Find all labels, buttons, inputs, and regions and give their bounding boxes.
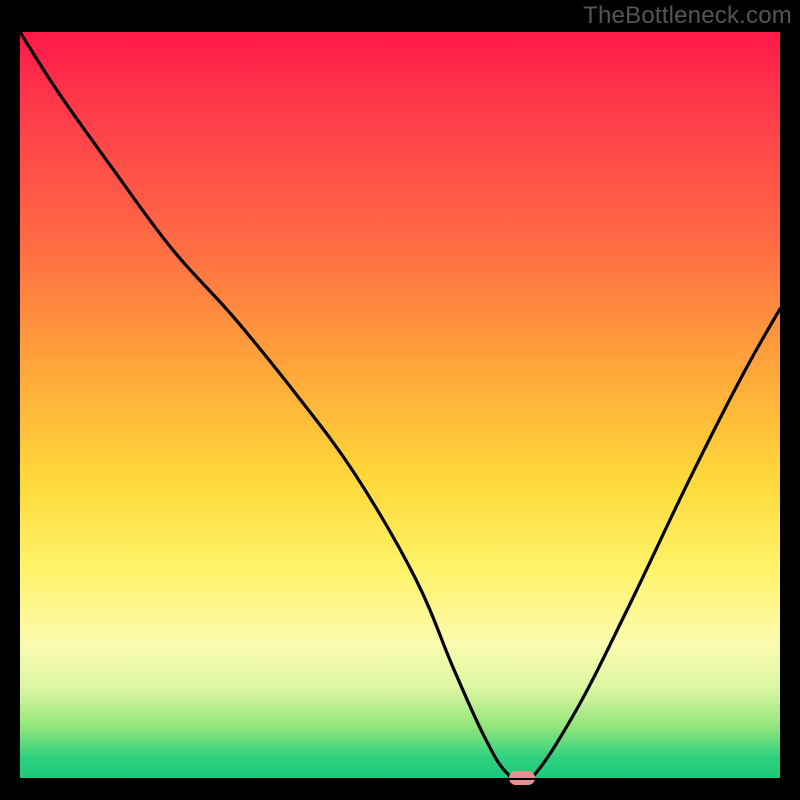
frame-border-left xyxy=(0,32,20,780)
plot-area xyxy=(20,32,780,780)
watermark-text: TheBottleneck.com xyxy=(583,2,792,30)
chart-frame: TheBottleneck.com xyxy=(0,0,800,800)
frame-border-bottom xyxy=(0,780,800,800)
frame-border-right xyxy=(780,32,800,780)
bottleneck-curve xyxy=(20,32,780,780)
x-axis-baseline xyxy=(20,778,780,780)
